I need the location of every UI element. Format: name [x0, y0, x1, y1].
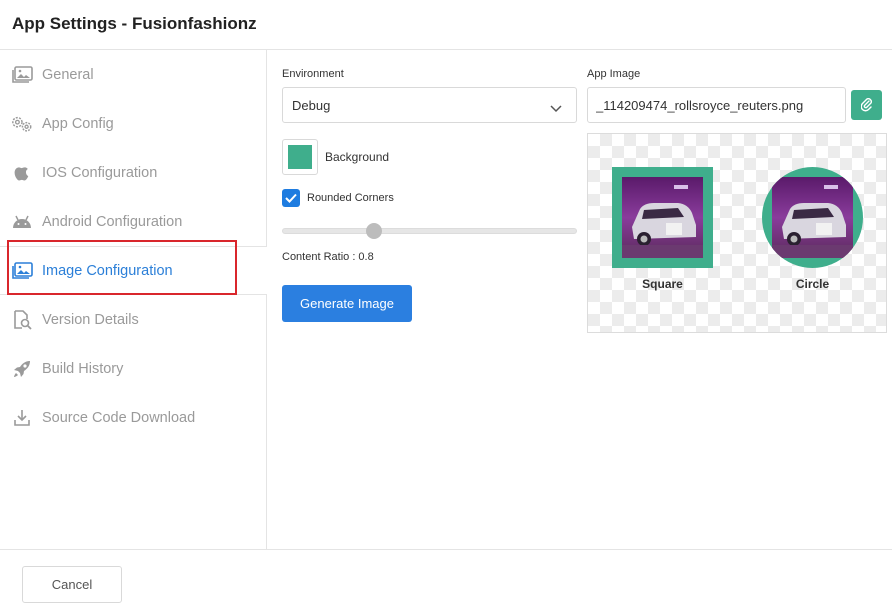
content-ratio-slider-track[interactable] — [282, 228, 577, 234]
circle-preview-frame — [762, 167, 863, 268]
background-color-swatch — [288, 145, 312, 169]
sidebar-item-label: App Config — [42, 115, 114, 132]
sidebar-item-ios-configuration[interactable]: IOS Configuration — [0, 148, 267, 197]
app-image-label: App Image — [587, 68, 641, 80]
checkmark-icon — [285, 193, 297, 203]
sidebar-item-general[interactable]: General — [0, 50, 267, 99]
sidebar-item-label: Image Configuration — [42, 262, 173, 279]
cancel-button[interactable]: Cancel — [22, 566, 122, 603]
square-label: Square — [642, 277, 683, 291]
rounded-corners-label: Rounded Corners — [307, 192, 394, 204]
settings-sidebar: General App Config IOS Configuration And… — [0, 50, 267, 549]
image-gallery-icon — [11, 65, 33, 85]
sidebar-item-app-config[interactable]: App Config — [0, 99, 267, 148]
download-icon — [11, 408, 33, 428]
sidebar-item-version-details[interactable]: Version Details — [0, 295, 267, 344]
apple-icon — [11, 163, 33, 183]
sidebar-item-label: IOS Configuration — [42, 164, 158, 181]
sidebar-item-build-history[interactable]: Build History — [0, 344, 267, 393]
sidebar-item-source-code-download[interactable]: Source Code Download — [0, 393, 267, 442]
car-image — [772, 177, 853, 258]
background-label: Background — [325, 150, 390, 164]
chevron-down-icon — [550, 100, 562, 118]
rounded-corners-checkbox[interactable] — [282, 189, 300, 207]
environment-label: Environment — [282, 68, 344, 80]
dialog-title: App Settings - Fusionfashionz — [12, 14, 257, 33]
sidebar-item-label: Build History — [42, 360, 124, 377]
environment-select[interactable]: Debug — [282, 87, 577, 123]
content-ratio-slider-thumb[interactable] — [365, 223, 382, 239]
generate-image-button[interactable]: Generate Image — [282, 285, 412, 322]
dialog-header: App Settings - Fusionfashionz — [0, 0, 892, 50]
sidebar-item-label: General — [42, 66, 94, 83]
square-preview-frame — [612, 167, 713, 268]
sidebar-item-label: Source Code Download — [42, 409, 196, 426]
sidebar-item-image-configuration[interactable]: Image Configuration — [0, 246, 267, 295]
sidebar-item-android-configuration[interactable]: Android Configuration — [0, 197, 267, 246]
environment-value: Debug — [292, 98, 331, 113]
rocket-icon — [11, 359, 33, 379]
attach-image-button[interactable] — [851, 90, 882, 120]
paperclip-icon — [860, 98, 872, 112]
icon-preview-panel: Square Circle — [587, 133, 887, 333]
sidebar-item-label: Android Configuration — [42, 213, 183, 230]
car-image — [622, 177, 703, 258]
dialog-footer: Cancel — [0, 549, 892, 612]
background-color-picker[interactable] — [282, 139, 318, 175]
image-gallery-icon — [11, 261, 33, 281]
gears-icon — [11, 114, 33, 134]
app-image-filename-input[interactable] — [587, 87, 846, 123]
content-ratio-label: Content Ratio : 0.8 — [282, 251, 374, 263]
sidebar-item-label: Version Details — [42, 311, 139, 328]
android-icon — [11, 212, 33, 232]
document-search-icon — [11, 309, 33, 330]
circle-label: Circle — [795, 277, 830, 291]
